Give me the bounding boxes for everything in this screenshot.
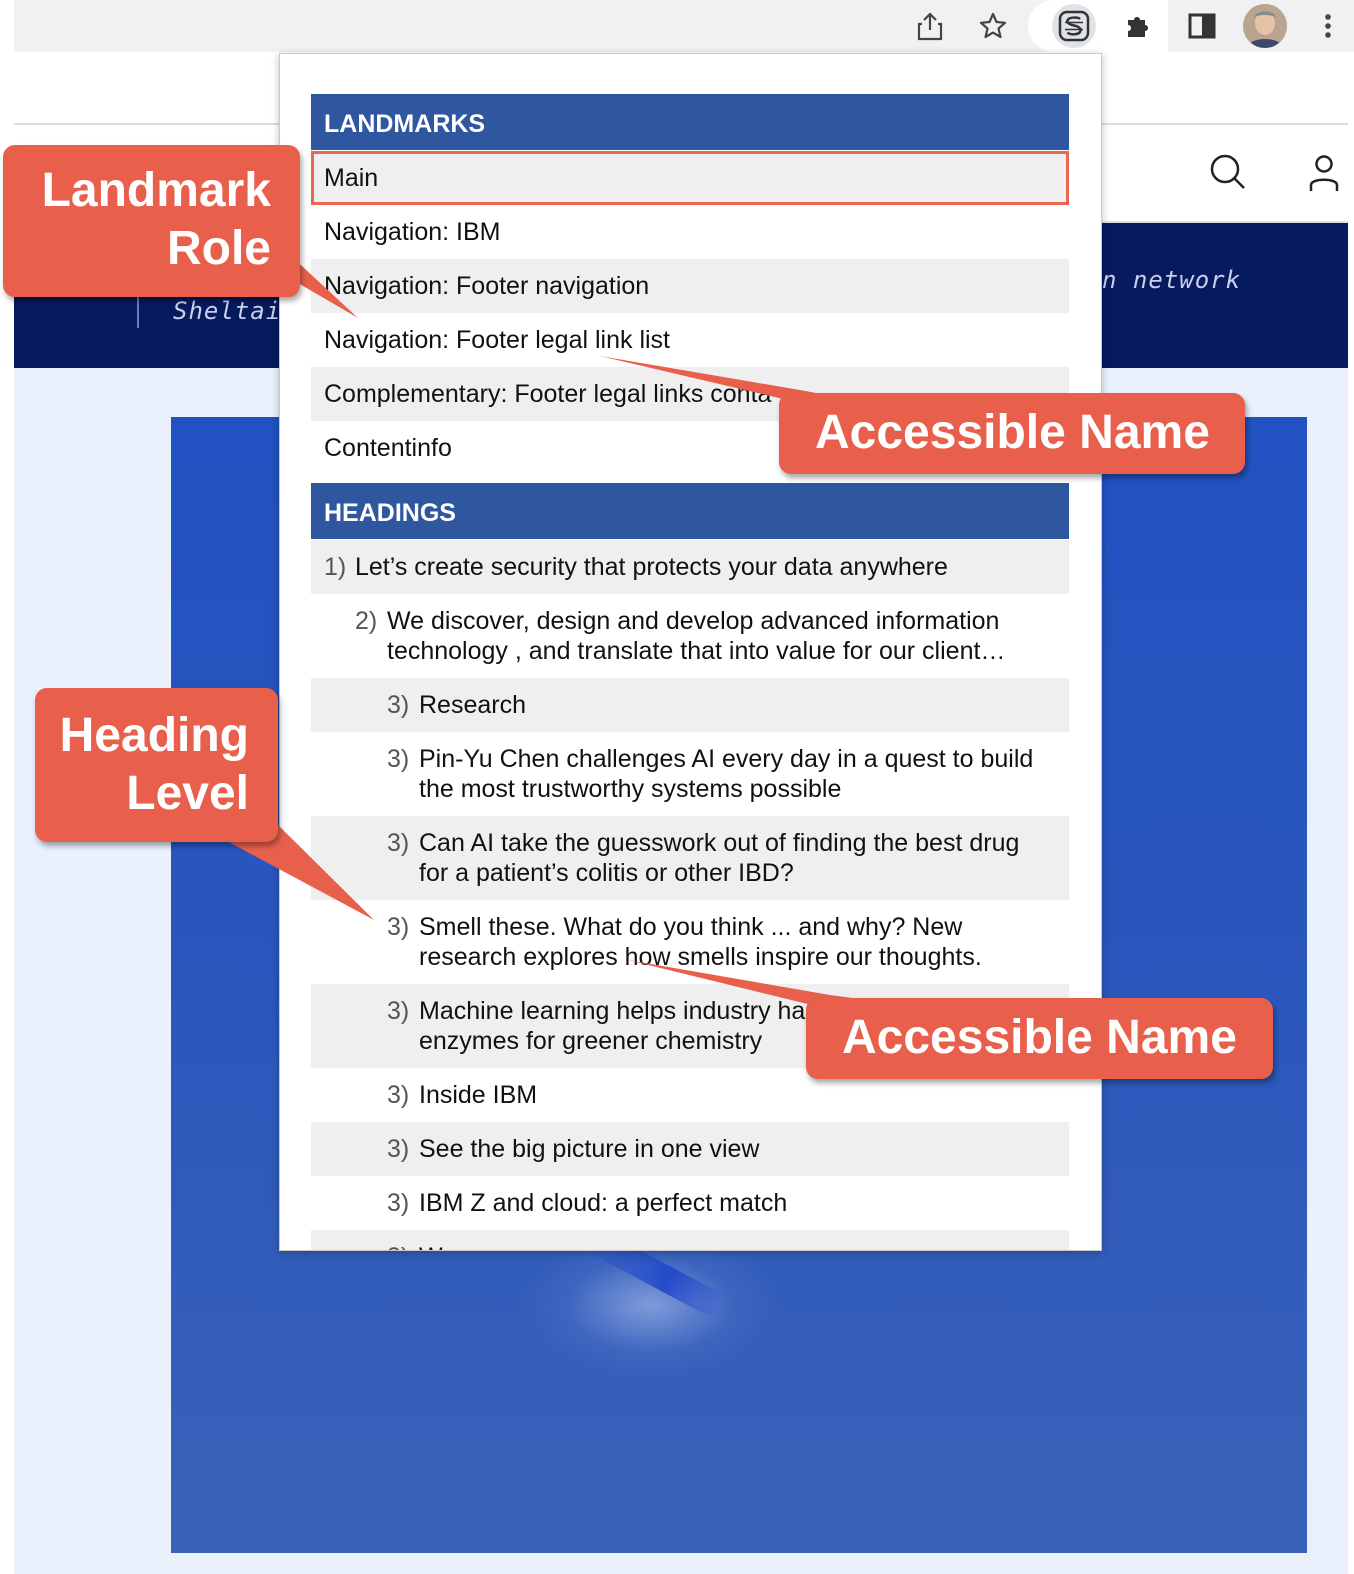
landmark-role-callout: Landmark Role: [3, 145, 300, 297]
callout-text: Landmark: [41, 164, 271, 217]
callout-text: Level: [126, 767, 249, 820]
callout-text: Role: [166, 222, 271, 275]
callout-text: Accessible Name: [815, 406, 1210, 459]
callout-text: Accessible Name: [842, 1011, 1237, 1064]
callout-text: Heading: [59, 709, 249, 762]
accessible-name-callout: Accessible Name: [779, 393, 1245, 474]
accessible-name-callout: Accessible Name: [806, 998, 1273, 1079]
heading-level-callout: Heading Level: [35, 688, 278, 842]
